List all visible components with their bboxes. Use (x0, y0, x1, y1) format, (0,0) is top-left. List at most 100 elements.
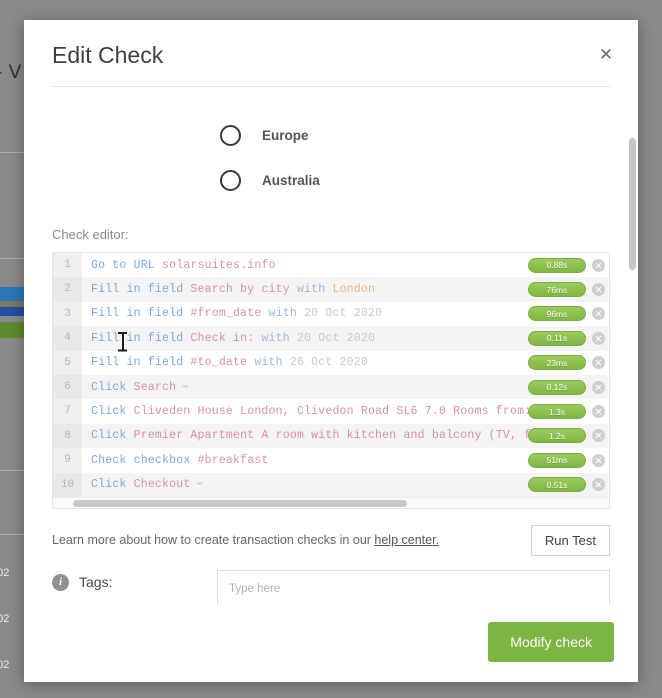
line-controls: 23ms (528, 351, 605, 375)
code-token-cmd: Click (91, 478, 127, 492)
code-line[interactable]: 7 Click Cliveden House London, Clivedon R… (53, 399, 609, 424)
code-line[interactable]: 6 Click Search ➦ 0.12s (53, 374, 609, 400)
code-token-cmd: Go to URL (91, 258, 155, 272)
duration-badge: 23ms (528, 355, 586, 371)
background-date: /202 (0, 613, 10, 625)
code-line[interactable]: 3 Fill in field #from_date with 20 Oct 20… (53, 301, 609, 327)
code-token-sel: Search (126, 380, 177, 394)
code-line[interactable]: 9 Check checkbox #breakfast 51ms (53, 448, 609, 473)
code-line[interactable]: 8 Click Premier Apartment A room with kit… (53, 423, 609, 449)
duration-badge: 0.51s (528, 477, 586, 493)
line-controls: 0.12s (528, 375, 605, 399)
code-token-cmd: Fill in field (91, 283, 184, 297)
scrollbar-thumb[interactable] (73, 499, 407, 507)
delete-line-icon[interactable] (592, 405, 605, 419)
page-title: Edit Check (52, 42, 164, 68)
radio-option-europe[interactable]: Europe (220, 113, 610, 158)
code-line[interactable]: 1 Go to URL solarsuites.info 0.88s (53, 253, 609, 278)
delete-line-icon[interactable] (592, 283, 605, 297)
delete-line-icon[interactable] (592, 380, 605, 394)
line-number: 10 (53, 472, 82, 497)
delete-line-icon[interactable] (592, 258, 605, 272)
line-controls: 0.11s (528, 326, 605, 350)
line-controls: 1.3s (528, 399, 605, 423)
code-token-cmd: Check checkbox (91, 453, 191, 467)
code-token-cmd: Fill in field (91, 356, 184, 370)
delete-line-icon[interactable] (592, 331, 605, 345)
modal-header: Edit Check ✕ (24, 20, 638, 87)
duration-badge: 76ms (528, 282, 586, 298)
code-line[interactable]: 5 Fill in field #to_date with 26 Oct 2020… (53, 350, 609, 375)
line-number: 3 (53, 301, 82, 327)
code-token-kw: with (261, 307, 297, 321)
radio-circle-icon[interactable] (220, 125, 241, 146)
info-icon[interactable]: i (52, 573, 69, 591)
duration-badge: 0.12s (528, 379, 586, 395)
code-token-cmd: Click (91, 405, 127, 419)
line-number: 5 (53, 350, 82, 375)
line-controls: 1.2s (528, 424, 605, 448)
line-number: 8 (53, 423, 82, 449)
code-token-sel: Checkout (126, 478, 191, 492)
duration-badge: 0.11s (528, 330, 586, 346)
radio-option-australia[interactable]: Australia (220, 158, 610, 203)
help-row: Learn more about how to create transacti… (52, 524, 610, 556)
code-line[interactable]: 4 Fill in field Check in: with 20 Oct 202… (53, 326, 609, 351)
delete-line-icon[interactable] (592, 429, 605, 443)
run-test-button[interactable]: Run Test (530, 524, 610, 556)
line-controls: 0.51s (528, 473, 605, 497)
tags-input[interactable]: Type here (217, 569, 610, 604)
code-token-kw: with (289, 283, 326, 297)
code-token-sel: #breakfast (190, 453, 269, 467)
duration-badge: 96ms (528, 306, 586, 322)
duration-badge: 0.88s (528, 257, 586, 273)
edit-check-modal: Edit Check ✕ Europe Australia Check edit… (24, 20, 638, 682)
line-number: 4 (53, 326, 82, 351)
check-editor[interactable]: 1 Go to URL solarsuites.info 0.88s 2 Fill in… (52, 252, 610, 509)
code-token-sel: #to_date (183, 356, 248, 370)
modify-check-button[interactable]: Modify check (488, 622, 614, 662)
code-token-cmd: Fill in field (91, 331, 184, 345)
line-controls: 96ms (528, 302, 605, 326)
line-controls: 51ms (528, 448, 605, 472)
line-controls: 0.88s (528, 253, 605, 277)
code-token-num: 20 Oct 2020 (289, 331, 376, 345)
modal-vertical-scrollbar[interactable] (629, 120, 636, 540)
code-token-sel: Search by city (183, 283, 290, 297)
region-radio-group: Europe Australia (52, 113, 610, 203)
tags-label: Tags: (79, 574, 113, 591)
delete-line-icon[interactable] (592, 453, 605, 467)
code-token-sel: #from_date (183, 307, 262, 321)
line-number: 1 (53, 253, 82, 278)
code-token-ptr: ➦ (176, 382, 189, 394)
editor-horizontal-scrollbar[interactable] (53, 496, 609, 508)
radio-circle-icon[interactable] (220, 170, 241, 191)
tags-label-group: i Tags: (52, 570, 217, 591)
code-token-val: London (325, 283, 376, 297)
check-editor-label: Check editor: (52, 227, 129, 242)
line-number: 7 (53, 399, 82, 424)
code-token-kw: with (247, 356, 283, 370)
code-token-cmd: Click (91, 429, 127, 443)
close-icon[interactable]: ✕ (592, 40, 620, 68)
modal-footer: Modify check (24, 604, 638, 682)
code-token-sel: Premier Apartment A room with kitchen an… (126, 429, 567, 443)
tags-row: i Tags: Type here (52, 569, 610, 604)
delete-line-icon[interactable] (592, 307, 605, 321)
line-controls: 76ms (528, 277, 605, 301)
radio-label: Australia (262, 173, 320, 188)
line-number: 6 (53, 374, 82, 400)
code-line[interactable]: 10 Click Checkout ➦ 0.51s (53, 472, 609, 497)
scrollbar-thumb[interactable] (629, 138, 636, 270)
modal-body: Europe Australia Check editor: 1 Go to UR… (24, 87, 638, 604)
help-center-link[interactable]: help center. (374, 533, 439, 547)
code-token-sel: solarsuites.info (154, 258, 276, 272)
background-date: /202 (0, 659, 10, 671)
code-line[interactable]: 2 Fill in field Search by city with Londo… (53, 277, 609, 302)
delete-line-icon[interactable] (592, 356, 605, 370)
duration-badge: 1.2s (528, 428, 586, 444)
delete-line-icon[interactable] (592, 478, 605, 492)
code-token-ptr: ➦ (190, 480, 203, 492)
line-number: 9 (53, 448, 82, 473)
duration-badge: 51ms (528, 452, 586, 468)
